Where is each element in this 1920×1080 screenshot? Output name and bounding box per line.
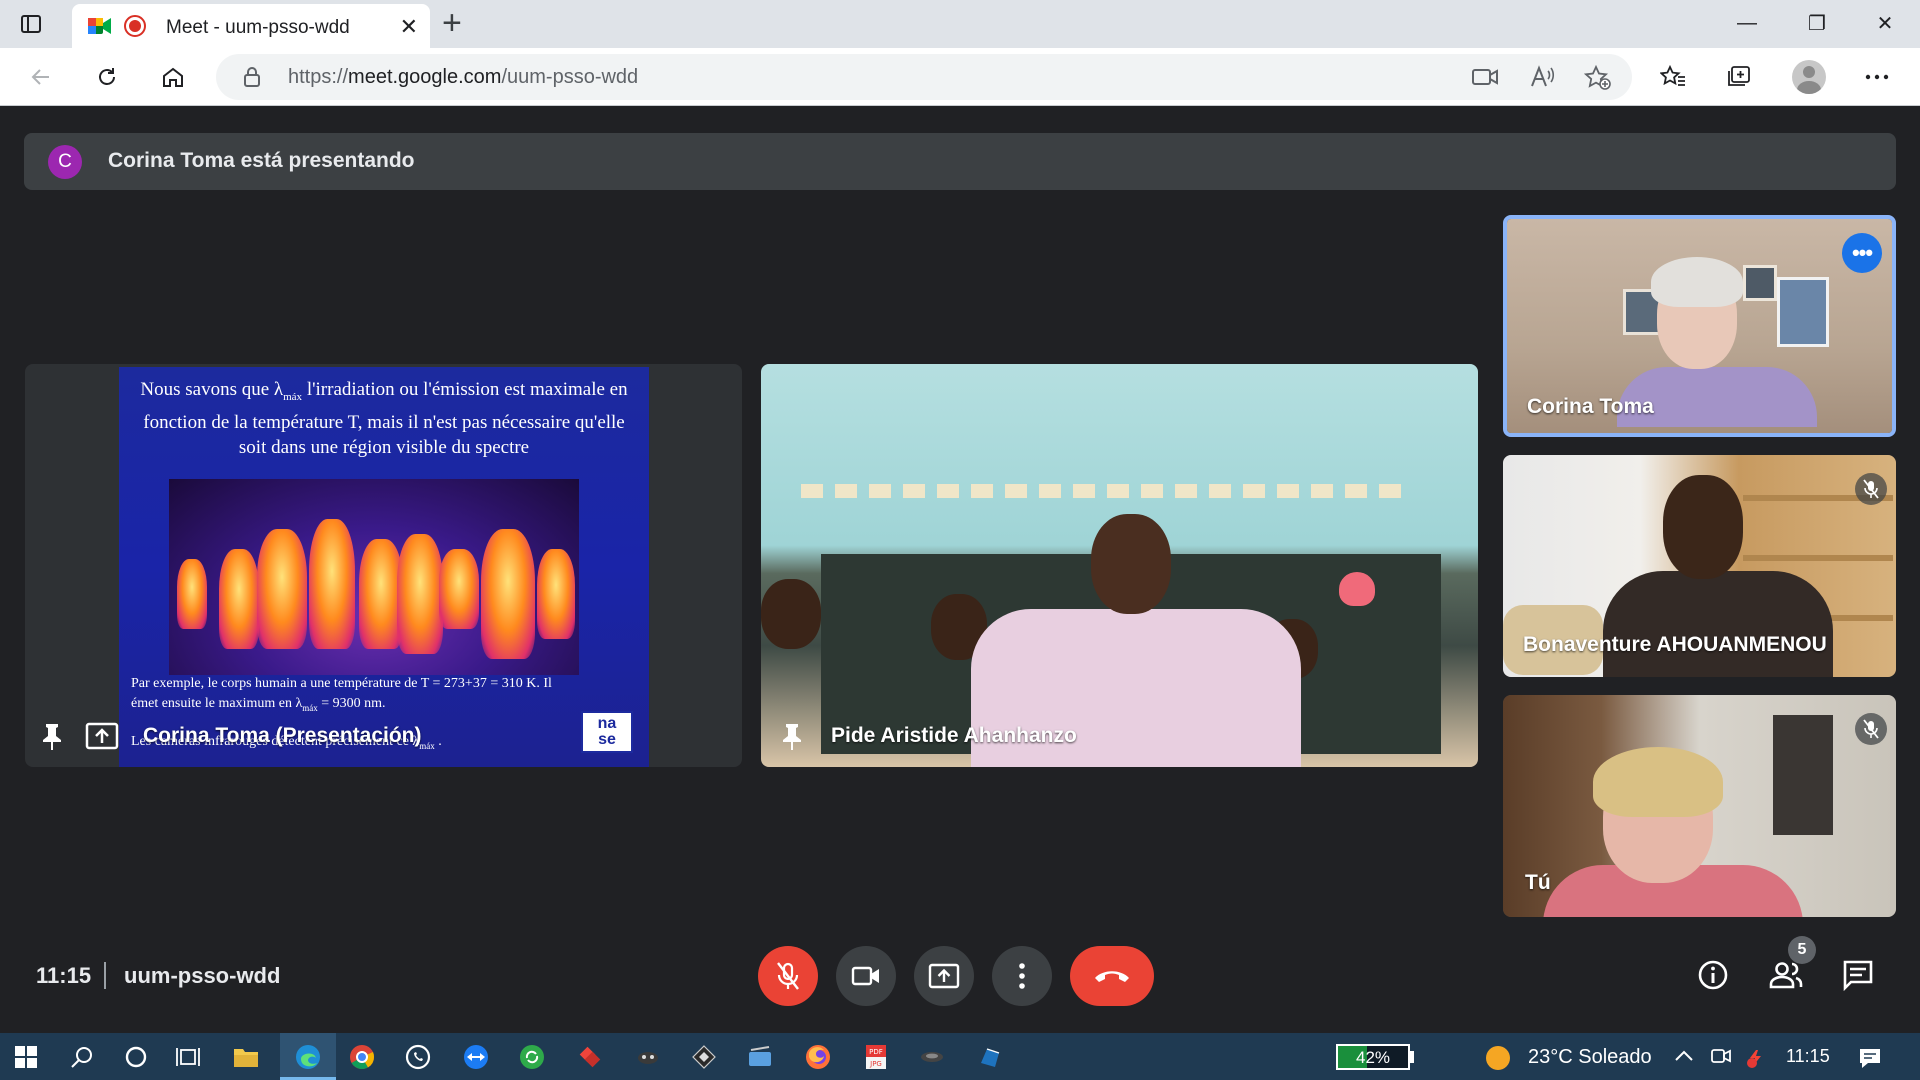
favorites-icon[interactable] bbox=[1656, 60, 1690, 94]
more-options-button[interactable]: ••• bbox=[1842, 233, 1882, 273]
present-screen-button[interactable] bbox=[914, 946, 974, 1006]
pin-icon[interactable] bbox=[781, 722, 803, 757]
tile-name-label: Bonaventure AHOUANMENOU bbox=[1523, 633, 1827, 656]
read-aloud-icon[interactable] bbox=[1530, 65, 1556, 94]
battery-percent: 42% bbox=[1355, 1048, 1391, 1067]
participant-tile-corina[interactable]: ••• Corina Toma bbox=[1503, 215, 1896, 437]
participant-tile-bonaventure[interactable]: Bonaventure AHOUANMENOU bbox=[1503, 455, 1896, 677]
svg-text:JPG: JPG bbox=[869, 1060, 882, 1068]
profile-avatar[interactable] bbox=[1792, 60, 1826, 94]
system-clock[interactable]: 11:15 bbox=[1786, 1046, 1830, 1067]
meet-now-icon[interactable] bbox=[1710, 1046, 1732, 1071]
video-feed bbox=[761, 364, 1478, 767]
presenting-text: Corina Toma está presentando bbox=[108, 149, 415, 172]
camera-toggle-button[interactable] bbox=[836, 946, 896, 1006]
edge-browser-icon[interactable] bbox=[294, 1043, 322, 1071]
teamviewer-icon[interactable] bbox=[462, 1043, 490, 1071]
minimize-button[interactable]: — bbox=[1732, 8, 1762, 38]
microphone-toggle-button[interactable] bbox=[758, 946, 818, 1006]
svg-text:PDF: PDF bbox=[869, 1048, 883, 1056]
meeting-details-icon[interactable] bbox=[1693, 955, 1733, 995]
task-view-icon[interactable] bbox=[174, 1043, 202, 1071]
weather-label[interactable]: 23°C Soleado bbox=[1528, 1046, 1652, 1069]
tab-actions-icon[interactable] bbox=[18, 11, 44, 37]
meeting-time: 11:15 bbox=[36, 963, 92, 988]
lock-icon[interactable] bbox=[242, 66, 262, 93]
search-icon[interactable] bbox=[68, 1043, 96, 1071]
participant-count-badge: 5 bbox=[1788, 936, 1816, 964]
tab-close-button[interactable]: ✕ bbox=[400, 14, 418, 40]
divider bbox=[104, 962, 106, 989]
whatsapp-icon[interactable] bbox=[404, 1043, 432, 1071]
presentation-slide: Nous savons que λmáx l'irradiation ou l'… bbox=[119, 367, 649, 767]
sync-app-icon[interactable] bbox=[518, 1043, 546, 1071]
participant-tile-self[interactable]: Tú bbox=[1503, 695, 1896, 917]
windows-taskbar: PDF JPG 42% 23°C Soleado 11:15 bbox=[0, 1033, 1920, 1080]
collections-icon[interactable] bbox=[1722, 60, 1756, 94]
recording-icon bbox=[124, 15, 146, 37]
presentation-icon bbox=[85, 722, 119, 755]
more-options-button[interactable] bbox=[992, 946, 1052, 1006]
chevron-up-icon[interactable] bbox=[1674, 1046, 1694, 1067]
chat-icon[interactable] bbox=[1838, 955, 1878, 995]
presentation-tile[interactable]: Nous savons que λmáx l'irradiation ou l'… bbox=[25, 364, 742, 767]
participant-tile-pide[interactable]: Pide Aristide Ahanhanzo bbox=[761, 364, 1478, 767]
browser-tab-meet[interactable]: Meet - uum-psso-wdd ✕ bbox=[72, 4, 430, 48]
app-icon-5[interactable] bbox=[976, 1043, 1004, 1071]
tile-name-label: Corina Toma (Presentación) bbox=[143, 724, 422, 747]
windows-start-icon[interactable] bbox=[12, 1043, 40, 1071]
pin-icon[interactable] bbox=[41, 722, 63, 757]
google-meet-icon bbox=[88, 16, 112, 41]
mic-off-icon bbox=[1855, 473, 1887, 505]
firefox-icon[interactable] bbox=[804, 1043, 832, 1071]
presenting-banner: C Corina Toma está presentando bbox=[24, 133, 1896, 190]
meeting-code: uum-psso-wdd bbox=[124, 963, 281, 988]
browser-toolbar: https://meet.google.com/uum-psso-wdd bbox=[0, 48, 1920, 106]
app-icon-2[interactable] bbox=[690, 1043, 718, 1071]
new-tab-button[interactable]: + bbox=[442, 6, 462, 40]
battery-terminal bbox=[1410, 1051, 1414, 1063]
app-icon-1[interactable] bbox=[634, 1043, 662, 1071]
anydesk-icon[interactable] bbox=[576, 1043, 604, 1071]
more-menu-icon[interactable] bbox=[1860, 60, 1894, 94]
cortana-icon[interactable] bbox=[122, 1043, 150, 1071]
url-text[interactable]: https://meet.google.com/uum-psso-wdd bbox=[288, 66, 638, 89]
video-feed bbox=[1503, 695, 1896, 917]
tile-name-label: Pide Aristide Ahanhanzo bbox=[831, 724, 1077, 747]
home-icon[interactable] bbox=[156, 60, 190, 94]
pdf-to-jpg-icon[interactable]: PDF JPG bbox=[862, 1043, 890, 1071]
camera-permission-icon[interactable] bbox=[1472, 65, 1498, 94]
chrome-icon[interactable] bbox=[348, 1043, 376, 1071]
back-icon[interactable] bbox=[24, 60, 58, 94]
tile-name-label: Tú bbox=[1525, 871, 1551, 894]
notifications-icon[interactable] bbox=[1858, 1046, 1882, 1075]
nase-logo: na se bbox=[581, 711, 633, 753]
notification-app-icon[interactable] bbox=[1744, 1046, 1768, 1075]
sun-icon bbox=[1486, 1046, 1510, 1070]
close-window-button[interactable]: ✕ bbox=[1870, 8, 1900, 38]
thermal-image bbox=[169, 479, 579, 675]
file-explorer-icon[interactable] bbox=[232, 1043, 260, 1071]
battery-indicator[interactable]: 42% bbox=[1336, 1044, 1410, 1070]
app-icon-3[interactable] bbox=[746, 1043, 774, 1071]
reload-icon[interactable] bbox=[90, 60, 124, 94]
slide-heading: Nous savons que λmáx l'irradiation ou l'… bbox=[140, 379, 628, 458]
address-bar[interactable]: https://meet.google.com/uum-psso-wdd bbox=[216, 54, 1632, 100]
avatar: C bbox=[48, 145, 82, 179]
mic-off-icon bbox=[1855, 713, 1887, 745]
tab-title: Meet - uum-psso-wdd bbox=[166, 17, 350, 38]
app-icon-4[interactable] bbox=[918, 1043, 946, 1071]
browser-tab-bar: Meet - uum-psso-wdd ✕ + — ❐ ✕ bbox=[0, 0, 1920, 48]
add-favorite-icon[interactable] bbox=[1583, 64, 1612, 96]
leave-call-button[interactable] bbox=[1070, 946, 1154, 1006]
restore-button[interactable]: ❐ bbox=[1802, 8, 1832, 38]
tile-name-label: Corina Toma bbox=[1527, 395, 1654, 418]
